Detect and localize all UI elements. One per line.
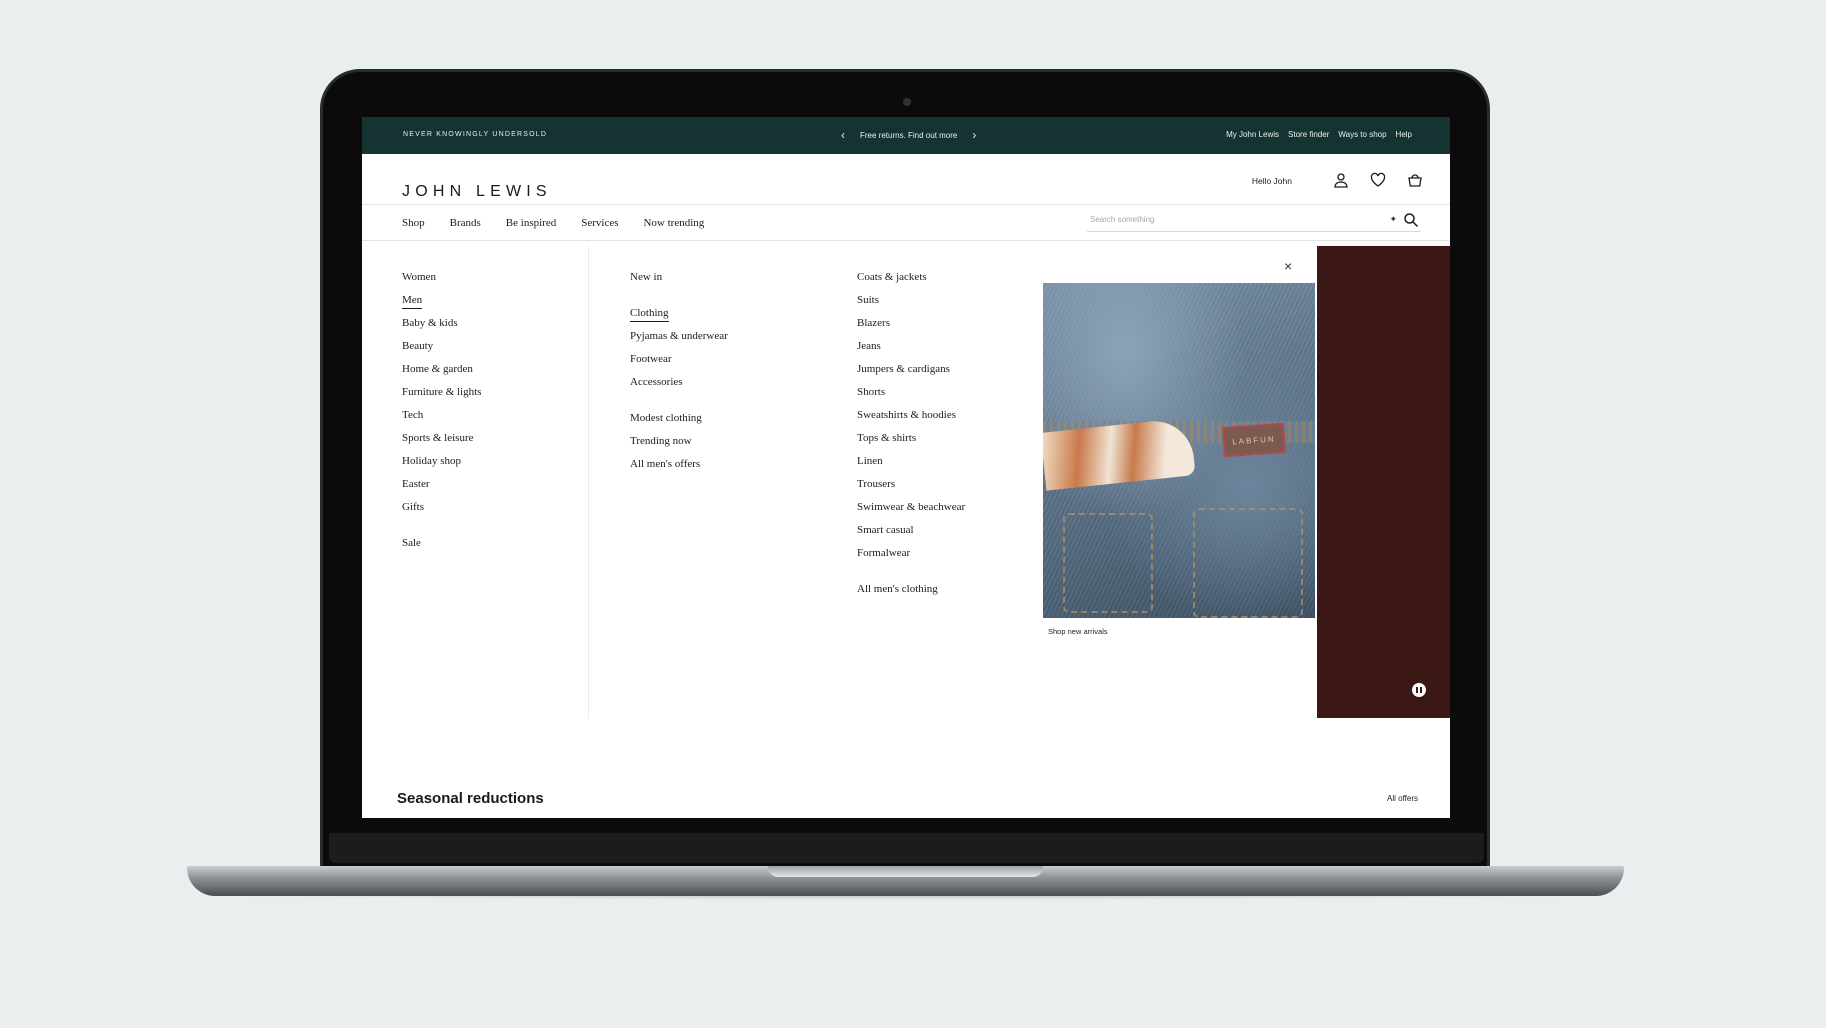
pocket-right <box>1193 508 1303 618</box>
clothing-swimwear-beachwear[interactable]: Swimwear & beachwear <box>857 502 965 525</box>
dept-baby-kids[interactable]: Baby & kids <box>402 318 481 341</box>
nav-shop[interactable]: Shop <box>402 217 425 229</box>
greeting[interactable]: Hello John <box>1252 176 1292 186</box>
clothing-coats-jackets[interactable]: Coats & jackets <box>857 272 965 295</box>
clothing-jumpers-cardigans[interactable]: Jumpers & cardigans <box>857 364 965 387</box>
promo-link[interactable]: Free returns. Find out more <box>860 131 957 140</box>
all-offers-link[interactable]: All offers <box>1387 794 1418 803</box>
clothing-tops-shirts[interactable]: Tops & shirts <box>857 433 965 456</box>
dept-furniture-lights[interactable]: Furniture & lights <box>402 387 481 410</box>
men-pyjamas-underwear[interactable]: Pyjamas & underwear <box>630 331 728 354</box>
utility-links: My John Lewis Store finder Ways to shop … <box>1226 130 1412 139</box>
brand-patch: LABFUN <box>1222 422 1286 458</box>
promo-image[interactable]: LABFUN <box>1043 283 1315 618</box>
clothing-shorts[interactable]: Shorts <box>857 387 965 410</box>
pause-icon[interactable] <box>1412 683 1426 697</box>
pocket-left <box>1063 513 1153 613</box>
men-clothing[interactable]: Clothing <box>630 307 728 331</box>
close-icon[interactable]: × <box>1284 258 1292 274</box>
chevron-left-icon[interactable]: ‹ <box>836 128 850 142</box>
promo-caption[interactable]: Shop new arrivals <box>1048 627 1108 636</box>
main-nav: Shop Brands Be inspired Services Now tre… <box>362 204 1450 241</box>
link-my-john-lewis[interactable]: My John Lewis <box>1226 130 1279 139</box>
men-footwear[interactable]: Footwear <box>630 354 728 377</box>
men-new-in[interactable]: New in <box>630 272 728 295</box>
clothing-formalwear[interactable]: Formalwear <box>857 548 965 571</box>
clothing-list: Coats & jackets Suits Blazers Jeans Jump… <box>857 272 965 607</box>
promo-carousel: ‹ Free returns. Find out more › <box>836 128 981 142</box>
mega-menu: Women Men Baby & kids Beauty Home & gard… <box>362 246 1317 718</box>
laptop-notch <box>768 866 1043 877</box>
dept-gifts[interactable]: Gifts <box>402 502 481 525</box>
link-help[interactable]: Help <box>1396 130 1412 139</box>
clothing-suits[interactable]: Suits <box>857 295 965 318</box>
dept-men[interactable]: Men <box>402 294 481 318</box>
menu-divider <box>588 246 589 718</box>
dept-sports-leisure[interactable]: Sports & leisure <box>402 433 481 456</box>
heart-icon[interactable] <box>1368 170 1388 190</box>
tagline: NEVER KNOWINGLY UNDERSOLD <box>403 131 548 138</box>
nav-brands[interactable]: Brands <box>450 217 481 229</box>
chevron-right-icon[interactable]: › <box>967 128 981 142</box>
clothing-blazers[interactable]: Blazers <box>857 318 965 341</box>
nav-services[interactable]: Services <box>581 217 618 229</box>
top-banner: NEVER KNOWINGLY UNDERSOLD ‹ Free returns… <box>362 117 1450 154</box>
link-ways-to-shop[interactable]: Ways to shop <box>1338 130 1386 139</box>
clothing-all[interactable]: All men's clothing <box>857 584 965 607</box>
men-category-list: New in Clothing Pyjamas & underwear Foot… <box>630 272 728 482</box>
camera <box>903 98 911 106</box>
clothing-linen[interactable]: Linen <box>857 456 965 479</box>
account-icon[interactable] <box>1331 170 1351 190</box>
dept-women[interactable]: Women <box>402 272 481 295</box>
nav-be-inspired[interactable]: Be inspired <box>506 217 556 229</box>
clothing-smart-casual[interactable]: Smart casual <box>857 525 965 548</box>
clothing-sweatshirts-hoodies[interactable]: Sweatshirts & hoodies <box>857 410 965 433</box>
search-placeholder: Search something <box>1090 215 1155 224</box>
search-icon[interactable] <box>1403 212 1419 228</box>
dept-home-garden[interactable]: Home & garden <box>402 364 481 387</box>
basket-icon[interactable] <box>1405 170 1425 190</box>
clothing-jeans[interactable]: Jeans <box>857 341 965 364</box>
men-modest-clothing[interactable]: Modest clothing <box>630 413 728 436</box>
link-store-finder[interactable]: Store finder <box>1288 130 1329 139</box>
men-accessories[interactable]: Accessories <box>630 377 728 400</box>
hero-video-panel <box>1317 246 1450 718</box>
screen: NEVER KNOWINGLY UNDERSOLD ‹ Free returns… <box>362 117 1450 818</box>
sparkle-icon[interactable]: ✦ <box>1389 214 1397 225</box>
section-heading: Seasonal reductions <box>397 790 544 807</box>
dept-beauty[interactable]: Beauty <box>402 341 481 364</box>
search-input[interactable]: Search something ✦ <box>1087 210 1421 232</box>
men-all-offers[interactable]: All men's offers <box>630 459 728 482</box>
logo[interactable]: JOHN LEWIS <box>402 183 552 201</box>
laptop-bezel <box>329 833 1484 863</box>
dept-tech[interactable]: Tech <box>402 410 481 433</box>
men-trending-now[interactable]: Trending now <box>630 436 728 459</box>
site-header: JOHN LEWIS Hello John <box>362 154 1450 208</box>
dept-sale[interactable]: Sale <box>402 538 481 561</box>
dept-easter[interactable]: Easter <box>402 479 481 502</box>
dept-holiday-shop[interactable]: Holiday shop <box>402 456 481 479</box>
clothing-trousers[interactable]: Trousers <box>857 479 965 502</box>
department-list: Women Men Baby & kids Beauty Home & gard… <box>402 272 481 561</box>
nav-now-trending[interactable]: Now trending <box>643 217 704 229</box>
